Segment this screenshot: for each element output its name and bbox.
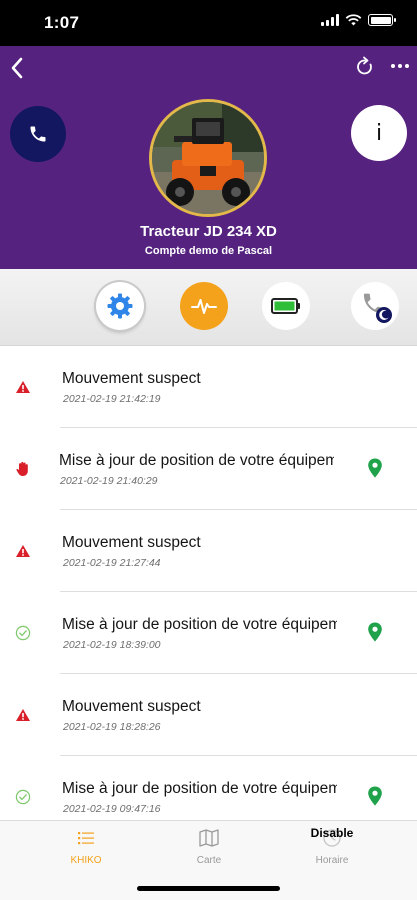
list-item[interactable]: Mise à jour de position de votre équipem… (0, 428, 417, 510)
map-icon (199, 829, 219, 847)
tab-label: Carte (196, 855, 222, 866)
event-timestamp: 2021-02-19 09:47:16 (63, 803, 161, 815)
event-timestamp: 2021-02-19 18:28:26 (63, 721, 161, 733)
check-icon (14, 788, 32, 806)
list-item[interactable]: Mouvement suspect 2021-02-19 18:28:26 (0, 674, 417, 756)
battery-status-icon (368, 14, 396, 26)
tab-label: Horaire (315, 855, 349, 866)
device-avatar (149, 99, 267, 217)
event-timestamp: 2021-02-19 18:39:00 (63, 639, 161, 651)
event-title: Mouvement suspect (62, 698, 201, 715)
night-call-button[interactable] (351, 282, 399, 330)
signal-icon (321, 14, 339, 26)
gear-icon (107, 293, 133, 319)
status-bar: 1:07 (0, 0, 417, 46)
tab-label: KHIKO (70, 855, 102, 866)
event-title: Mouvement suspect (62, 370, 201, 387)
phone-icon (30, 126, 46, 142)
call-button[interactable] (10, 106, 66, 162)
tab-carte[interactable]: Carte (149, 825, 269, 866)
location-pin-icon[interactable] (367, 786, 383, 806)
more-options-button[interactable] (391, 64, 409, 68)
warning-icon (14, 706, 32, 724)
account-subtitle: Compte demo de Pascal (144, 245, 273, 257)
event-title: Mouvement suspect (62, 534, 201, 551)
list-item[interactable]: Mouvement suspect 2021-02-19 21:27:44 (0, 510, 417, 592)
status-icons (321, 14, 396, 26)
list-item[interactable]: Mouvement suspect 2021-02-19 21:42:19 (0, 346, 417, 428)
check-icon (14, 624, 32, 642)
home-indicator (137, 886, 280, 891)
info-button[interactable]: i (351, 105, 407, 161)
activity-button[interactable] (180, 282, 228, 330)
event-title: Mise à jour de position de votre équipem… (62, 616, 337, 633)
back-button[interactable] (6, 54, 28, 82)
list-icon (78, 832, 94, 845)
tractor-photo (152, 102, 264, 214)
disable-label: Disable (310, 826, 354, 840)
event-title: Mise à jour de position de votre équipem… (59, 452, 334, 469)
wifi-icon (345, 14, 362, 26)
status-time: 1:07 (44, 13, 80, 32)
event-list[interactable]: Mouvement suspect 2021-02-19 21:42:19 Mi… (0, 346, 417, 820)
device-header: i Tracteur JD 234 XD Compte demo de Pasc… (0, 46, 417, 269)
refresh-icon[interactable] (355, 56, 375, 78)
settings-button[interactable] (96, 282, 144, 330)
battery-button[interactable] (262, 282, 310, 330)
action-strip (0, 269, 417, 346)
device-title: Tracteur JD 234 XD (140, 223, 277, 240)
warning-icon (14, 542, 32, 560)
event-timestamp: 2021-02-19 21:42:19 (63, 393, 161, 405)
location-pin-icon[interactable] (367, 622, 383, 642)
event-title: Mise à jour de position de votre équipem… (62, 780, 337, 797)
hand-icon (14, 460, 32, 478)
list-item[interactable]: Mise à jour de position de votre équipem… (0, 756, 417, 820)
phone-night-icon (363, 293, 392, 323)
chevron-left-icon (11, 57, 23, 79)
activity-icon (191, 299, 217, 314)
list-item[interactable]: Mise à jour de position de votre équipem… (0, 592, 417, 674)
location-pin-icon[interactable] (367, 458, 383, 478)
tab-khiko[interactable]: KHIKO (26, 825, 146, 866)
event-timestamp: 2021-02-19 21:27:44 (63, 557, 161, 569)
warning-icon (14, 378, 32, 396)
event-timestamp: 2021-02-19 21:40:29 (60, 475, 158, 487)
battery-icon (271, 298, 300, 314)
